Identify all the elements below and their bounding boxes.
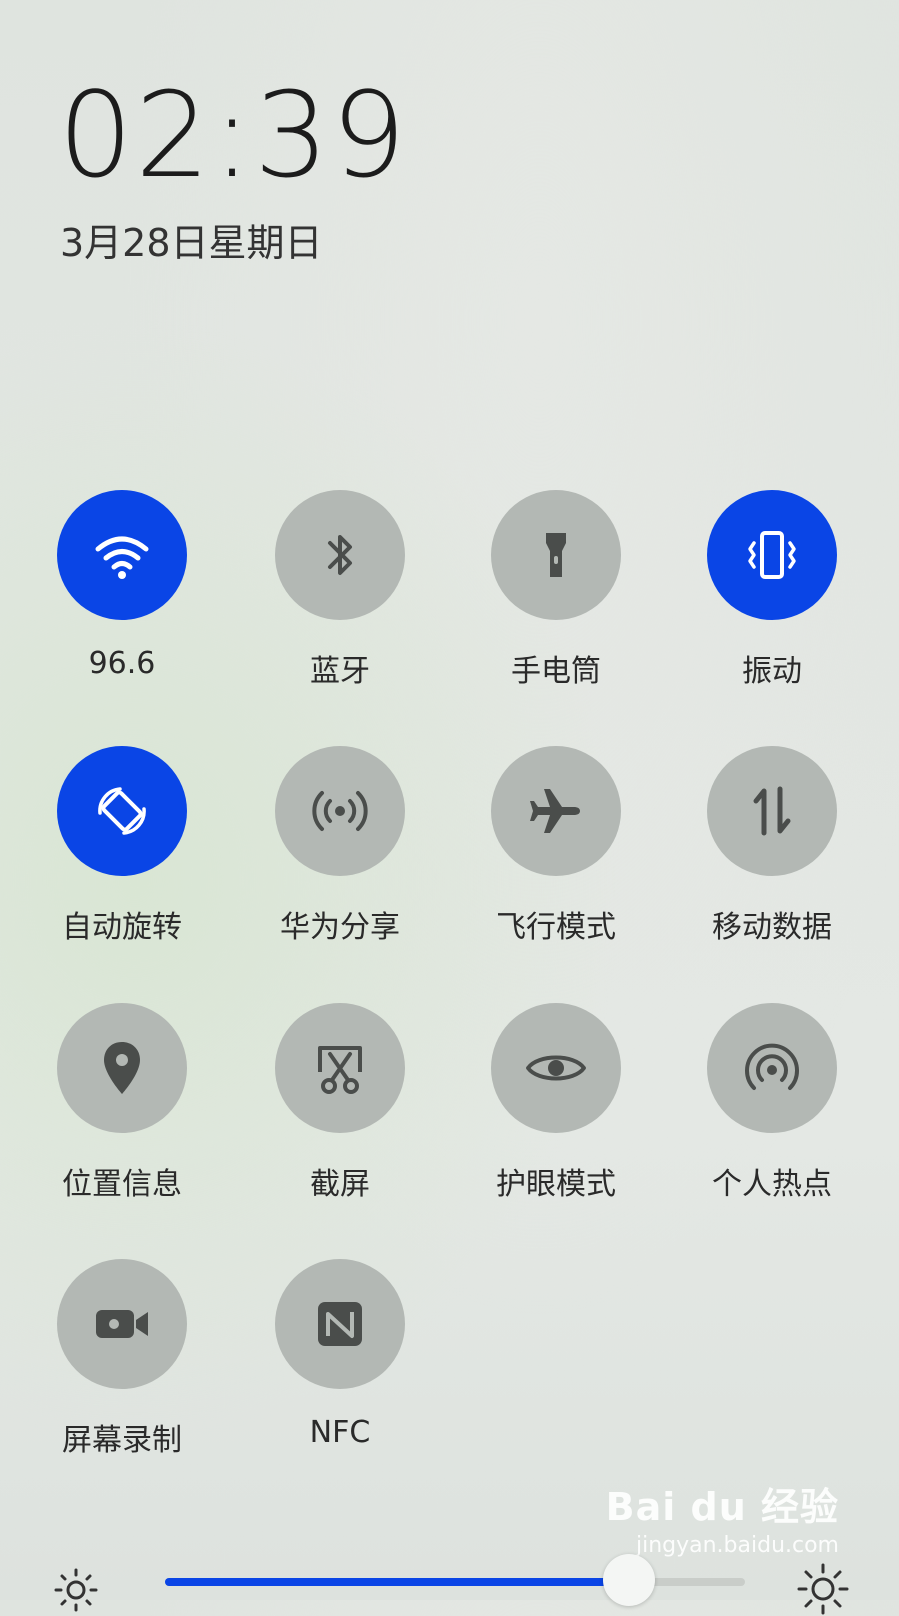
brightness-high-icon	[797, 1563, 849, 1615]
screen-record-label: 屏幕录制	[62, 1423, 182, 1458]
vibrate-icon	[748, 531, 796, 579]
mobile-data-label: 移动数据	[712, 910, 832, 945]
tile-nfc[interactable]: NFC	[235, 1259, 445, 1450]
data-arrows-icon	[753, 786, 791, 836]
airplane-label: 飞行模式	[496, 910, 616, 945]
tile-screenshot[interactable]: 截屏	[235, 1003, 445, 1203]
mobile-data-toggle[interactable]	[707, 746, 837, 876]
tile-eye-comfort[interactable]: 护眼模式	[451, 1003, 661, 1203]
autorotate-toggle[interactable]	[57, 746, 187, 876]
autorotate-label: 自动旋转	[62, 910, 182, 945]
flashlight-label: 手电筒	[511, 654, 601, 689]
vibrate-toggle[interactable]	[707, 490, 837, 620]
tile-location[interactable]: 位置信息	[17, 1003, 227, 1203]
nfc-toggle[interactable]	[275, 1259, 405, 1389]
hotspot-label: 个人热点	[712, 1167, 832, 1202]
brightness-thumb[interactable]	[603, 1554, 655, 1606]
wifi-icon	[95, 536, 149, 579]
airplane-icon	[530, 789, 580, 833]
eye-icon	[526, 1055, 586, 1081]
quick-settings-grid: 96.6 蓝牙 手电筒 振动 自动旋转 华为分享 飞行模式 移动数据 位置信息 …	[0, 0, 899, 1600]
tile-vibrate[interactable]: 振动	[667, 490, 877, 690]
baidu-watermark: Bai du 经验 jingyan.baidu.com	[606, 1476, 839, 1558]
brightness-slider[interactable]	[0, 1548, 899, 1615]
brightness-track[interactable]	[165, 1554, 745, 1606]
nfc-icon	[318, 1302, 362, 1346]
hotspot-toggle[interactable]	[707, 1003, 837, 1133]
screenshot-toggle[interactable]	[275, 1003, 405, 1133]
tile-wifi[interactable]: 96.6	[17, 490, 227, 681]
flashlight-icon	[546, 533, 566, 577]
bluetooth-icon	[328, 535, 352, 575]
brightness-fill	[165, 1578, 629, 1586]
tile-flashlight[interactable]: 手电筒	[451, 490, 661, 690]
tile-mobile-data[interactable]: 移动数据	[667, 746, 877, 946]
eye-comfort-label: 护眼模式	[496, 1167, 616, 1202]
flashlight-toggle[interactable]	[491, 490, 621, 620]
bluetooth-label: 蓝牙	[310, 654, 370, 689]
tile-huawei-share[interactable]: 华为分享	[235, 746, 445, 946]
nfc-label: NFC	[309, 1415, 371, 1450]
screen-record-toggle[interactable]	[57, 1259, 187, 1389]
vibrate-label: 振动	[742, 654, 802, 689]
location-label: 位置信息	[62, 1167, 182, 1202]
screenshot-label: 截屏	[310, 1167, 370, 1202]
share-signal-icon	[312, 791, 368, 831]
huawei-share-label: 华为分享	[280, 910, 400, 945]
tile-airplane[interactable]: 飞行模式	[451, 746, 661, 946]
video-camera-icon	[96, 1310, 148, 1338]
tile-bluetooth[interactable]: 蓝牙	[235, 490, 445, 690]
huawei-share-toggle[interactable]	[275, 746, 405, 876]
wifi-label: 96.6	[88, 646, 156, 681]
tile-screen-record[interactable]: 屏幕录制	[17, 1259, 227, 1459]
brightness-low-icon	[54, 1568, 98, 1612]
eye-comfort-toggle[interactable]	[491, 1003, 621, 1133]
scissors-screen-icon	[318, 1046, 362, 1094]
bluetooth-toggle[interactable]	[275, 490, 405, 620]
tile-hotspot[interactable]: 个人热点	[667, 1003, 877, 1203]
wifi-toggle[interactable]	[57, 490, 187, 620]
location-pin-icon	[104, 1042, 140, 1094]
hotspot-icon	[745, 1043, 799, 1090]
airplane-toggle[interactable]	[491, 746, 621, 876]
location-toggle[interactable]	[57, 1003, 187, 1133]
rotate-icon	[98, 787, 146, 835]
watermark-brand: Bai du 经验	[605, 1485, 839, 1529]
tile-autorotate[interactable]: 自动旋转	[17, 746, 227, 946]
